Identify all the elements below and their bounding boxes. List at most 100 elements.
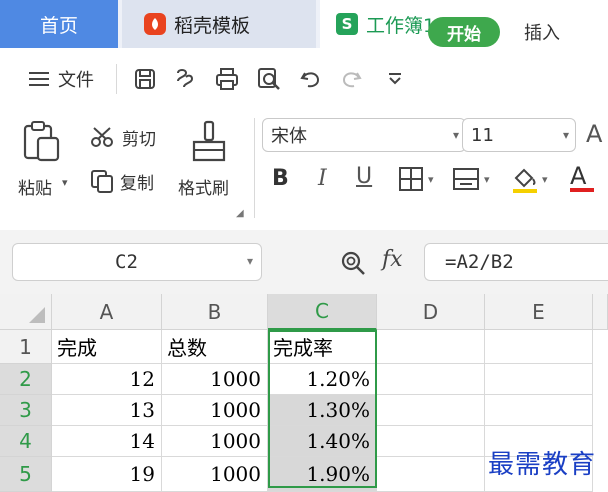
font-size-value: 11 — [471, 124, 494, 146]
column-header-a[interactable]: A — [52, 294, 162, 330]
cell-b3[interactable]: 1000 — [162, 395, 268, 426]
chevron-down-icon: ▾ — [484, 172, 490, 186]
column-header-d[interactable]: D — [377, 294, 485, 330]
italic-button[interactable]: I — [318, 166, 327, 191]
print-button[interactable] — [212, 48, 242, 110]
export-icon — [177, 69, 194, 88]
divider — [116, 64, 117, 94]
watermark: 最需教育 — [488, 450, 597, 480]
cell-a3[interactable]: 13 — [52, 395, 162, 426]
tab-daoke-templates[interactable]: 稻壳模板 — [122, 0, 316, 48]
menu-icon — [29, 72, 49, 86]
redo-icon — [342, 72, 362, 88]
chevron-down-icon: ▾ — [562, 128, 569, 142]
menu-bar: 文件 — [0, 48, 608, 110]
underline-button[interactable]: U — [356, 164, 372, 189]
save-button[interactable] — [130, 48, 160, 110]
cell-c5[interactable]: 1.90% — [268, 457, 377, 492]
font-color-letter: A — [570, 162, 587, 190]
tab-home-label: 首页 — [39, 14, 78, 37]
cell-d1[interactable] — [377, 330, 485, 364]
ribbon: 粘贴 ▾ 剪切 复制 格式刷 ◢ 宋体 ▾ 11 ▾ A B I U ▾ ▾ ▾… — [0, 110, 608, 230]
cell-b2[interactable]: 1000 — [162, 364, 268, 395]
spreadsheet-logo-icon: S — [336, 13, 358, 35]
column-header-b[interactable]: B — [162, 294, 268, 330]
formula-input[interactable]: =A2/B2 — [424, 243, 608, 281]
cell-a4[interactable]: 14 — [52, 426, 162, 457]
fill-color-button[interactable]: ▾ — [510, 164, 548, 194]
select-all-corner[interactable] — [0, 294, 52, 330]
cell-a2[interactable]: 12 — [52, 364, 162, 395]
cell-d4[interactable] — [377, 426, 485, 457]
cut-label: 剪切 — [122, 129, 156, 150]
chevron-down-icon: ▾ — [428, 172, 434, 186]
file-menu-label: 文件 — [58, 70, 94, 91]
cell-a5[interactable]: 19 — [52, 457, 162, 492]
cell-e3[interactable] — [485, 395, 593, 426]
row-header-1[interactable]: 1 — [0, 330, 52, 364]
undo-button[interactable] — [296, 48, 326, 110]
insert-function-button[interactable]: fx — [382, 247, 403, 272]
undo-icon — [300, 72, 320, 88]
cell-c1[interactable]: 完成率 — [268, 330, 377, 364]
magnifier-icon — [341, 251, 365, 275]
bold-button[interactable]: B — [272, 166, 289, 191]
print-preview-icon — [258, 68, 280, 90]
paste-label: 粘贴 — [18, 179, 52, 199]
quick-access-dropdown[interactable] — [380, 48, 410, 110]
cell-e1[interactable] — [485, 330, 593, 364]
paint-bucket-icon — [513, 168, 537, 193]
merge-cells-button[interactable]: ▾ — [452, 166, 490, 192]
file-menu[interactable]: 文件 — [20, 48, 102, 110]
start-tab[interactable]: 开始 — [428, 17, 500, 47]
row-header-2[interactable]: 2 — [0, 364, 52, 395]
format-painter-button[interactable]: 格式刷 — [178, 116, 244, 206]
paste-button[interactable]: 粘贴 ▾ — [18, 116, 78, 226]
name-box[interactable]: C2 ▾ — [12, 243, 262, 281]
cell-c3[interactable]: 1.30% — [268, 395, 377, 426]
cell-e2[interactable] — [485, 364, 593, 395]
insert-tab[interactable]: 插入 — [524, 17, 560, 47]
copy-button[interactable]: 复制 — [90, 166, 170, 196]
row-header-5[interactable]: 5 — [0, 457, 52, 492]
merge-cells-icon — [453, 168, 479, 190]
chevron-down-icon: ▾ — [246, 254, 253, 268]
font-name-value: 宋体 — [271, 126, 307, 147]
printer-icon — [216, 68, 238, 90]
clipboard-group-launcher-icon[interactable]: ◢ — [236, 208, 244, 219]
chevron-down-icon: ▾ — [542, 172, 548, 186]
divider — [254, 118, 255, 218]
column-header-f[interactable] — [593, 294, 608, 330]
increase-font-icon[interactable]: A — [586, 120, 602, 148]
scissors-icon — [91, 127, 113, 147]
export-button[interactable] — [170, 48, 200, 110]
font-size-select[interactable]: 11 ▾ — [462, 118, 576, 152]
cell-c2[interactable]: 1.20% — [268, 364, 377, 395]
font-name-select[interactable]: 宋体 ▾ — [262, 118, 466, 152]
row-header-4[interactable]: 4 — [0, 426, 52, 457]
cell-c4[interactable]: 1.40% — [268, 426, 377, 457]
column-header-e[interactable]: E — [485, 294, 593, 330]
tab-home[interactable]: 首页 — [0, 0, 118, 48]
copy-label: 复制 — [120, 173, 154, 194]
font-color-button[interactable]: A — [570, 162, 600, 192]
cell-b1[interactable]: 总数 — [162, 330, 268, 364]
cell-d2[interactable] — [377, 364, 485, 395]
redo-button[interactable] — [336, 48, 366, 110]
cell-a1[interactable]: 完成 — [52, 330, 162, 364]
print-preview-button[interactable] — [254, 48, 284, 110]
paste-dropdown-icon: ▾ — [62, 176, 68, 189]
column-header-c[interactable]: C — [268, 294, 377, 330]
tab-daoke-label: 稻壳模板 — [174, 14, 251, 37]
cell-b5[interactable]: 1000 — [162, 457, 268, 492]
clipboard-icon — [23, 121, 60, 162]
cut-button[interactable]: 剪切 — [90, 122, 170, 152]
format-painter-label: 格式刷 — [178, 179, 229, 199]
find-function-button[interactable] — [340, 250, 366, 280]
row-header-3[interactable]: 3 — [0, 395, 52, 426]
borders-button[interactable]: ▾ — [398, 166, 434, 192]
cell-d3[interactable] — [377, 395, 485, 426]
borders-icon — [399, 167, 423, 191]
cell-b4[interactable]: 1000 — [162, 426, 268, 457]
cell-d5[interactable] — [377, 457, 485, 492]
